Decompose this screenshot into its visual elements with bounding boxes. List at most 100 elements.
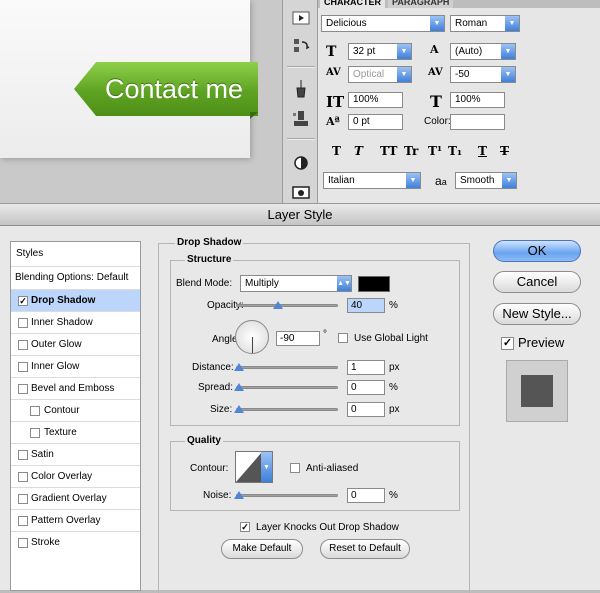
preview-square [521, 375, 553, 407]
make-default-button[interactable]: Make Default [221, 539, 303, 559]
noise-slider[interactable] [236, 494, 338, 497]
style-item-label: Satin [31, 449, 54, 460]
noise-input[interactable]: 0 [347, 488, 385, 503]
size-slider[interactable] [236, 408, 338, 411]
style-item-inner-shadow[interactable]: Inner Shadow [11, 312, 140, 334]
angle-dial[interactable] [235, 320, 269, 354]
style-item-color-overlay[interactable]: Color Overlay [11, 466, 140, 488]
anti-aliased-checkbox[interactable] [290, 463, 300, 473]
kerning-select[interactable]: Optical ▼ [348, 66, 412, 83]
gradient-overlay-checkbox[interactable] [18, 494, 28, 504]
text-color-swatch[interactable] [450, 114, 505, 130]
contour-curve-icon [236, 452, 262, 482]
anti-alias-select[interactable]: Smooth ▼ [455, 172, 517, 189]
size-input[interactable]: 0 [347, 402, 385, 417]
outer-glow-checkbox[interactable] [18, 340, 28, 350]
reset-to-default-button[interactable]: Reset to Default [320, 539, 410, 559]
inner-glow-checkbox[interactable] [18, 362, 28, 372]
leading-select[interactable]: (Auto) ▼ [450, 43, 516, 60]
style-item-bevel-emboss[interactable]: Bevel and Emboss [11, 378, 140, 400]
tab-paragraph[interactable]: PARAGRAPH [388, 0, 454, 8]
knocks-out-checkbox[interactable]: ✓ [240, 522, 250, 532]
tracking-icon: AV [428, 67, 443, 78]
font-style-select[interactable]: Roman ▼ [450, 15, 520, 32]
style-item-label: Color Overlay [31, 471, 93, 482]
document-page: Contact me [0, 0, 258, 158]
preview-checkbox[interactable]: ✓ [501, 337, 514, 350]
use-global-light-checkbox[interactable] [338, 333, 348, 343]
style-item-inner-glow[interactable]: Inner Glow [11, 356, 140, 378]
opacity-input[interactable]: 40 [347, 298, 385, 313]
pattern-overlay-checkbox[interactable] [18, 516, 28, 526]
underline-button[interactable]: T [478, 144, 487, 158]
size-slider-thumb[interactable] [234, 405, 244, 413]
structure-title: Structure [185, 254, 234, 265]
spread-input[interactable]: 0 [347, 380, 385, 395]
spread-slider[interactable] [236, 386, 338, 389]
brush-icon[interactable] [288, 78, 314, 100]
horizontal-scale-input[interactable]: 100% [450, 92, 505, 108]
blending-options-item[interactable]: Blending Options: Default [11, 267, 140, 290]
small-caps-button[interactable]: Tr [404, 144, 418, 158]
style-item-label: Bevel and Emboss [31, 383, 115, 394]
inner-shadow-checkbox[interactable] [18, 318, 28, 328]
tracking-select[interactable]: -50 ▼ [450, 66, 516, 83]
style-item-satin[interactable]: Satin [11, 444, 140, 466]
subscript-button[interactable]: T₁ [448, 144, 462, 158]
preview-label: Preview [518, 335, 565, 350]
faux-bold-button[interactable]: T [332, 144, 341, 158]
knocks-out-label: Layer Knocks Out Drop Shadow [256, 522, 399, 533]
shadow-color-swatch[interactable] [358, 276, 390, 292]
strikethrough-button[interactable]: T [500, 144, 509, 158]
styles-header[interactable]: Styles [11, 242, 140, 267]
clone-source-icon[interactable] [288, 108, 314, 130]
satin-checkbox[interactable] [18, 450, 28, 460]
texture-checkbox[interactable] [30, 428, 40, 438]
contrast-icon[interactable] [288, 152, 314, 174]
contour-picker[interactable]: ▼ [235, 451, 273, 483]
drop-shadow-checkbox[interactable]: ✓ [18, 296, 28, 306]
font-family-select[interactable]: Delicious ▼ [321, 15, 445, 32]
distance-input[interactable]: 1 [347, 360, 385, 375]
style-item-stroke[interactable]: Stroke [11, 532, 140, 554]
style-item-drop-shadow[interactable]: ✓ Drop Shadow [11, 290, 140, 312]
all-caps-button[interactable]: TT [380, 144, 397, 158]
style-item-texture[interactable]: Texture [11, 422, 140, 444]
bevel-emboss-checkbox[interactable] [18, 384, 28, 394]
font-size-value: 32 pt [353, 46, 376, 57]
language-select[interactable]: Italian ▼ [323, 172, 421, 189]
size-label: Size: [210, 404, 233, 415]
spread-slider-thumb[interactable] [234, 383, 244, 391]
baseline-shift-input[interactable]: 0 pt [348, 114, 403, 130]
font-size-select[interactable]: 32 pt ▼ [348, 43, 412, 60]
history-icon[interactable] [288, 35, 314, 57]
opacity-slider-thumb[interactable] [273, 301, 283, 309]
cancel-button[interactable]: Cancel [493, 271, 581, 293]
spread-label: Spread: [198, 382, 234, 393]
ok-button[interactable]: OK [493, 240, 581, 262]
style-item-gradient-overlay[interactable]: Gradient Overlay [11, 488, 140, 510]
style-item-pattern-overlay[interactable]: Pattern Overlay [11, 510, 140, 532]
vertical-scale-input[interactable]: 100% [348, 92, 403, 108]
style-item-contour[interactable]: Contour [11, 400, 140, 422]
use-global-light-label: Use Global Light [354, 333, 428, 344]
distance-slider[interactable] [236, 366, 338, 369]
contour-checkbox[interactable] [30, 406, 40, 416]
contact-me-label: Contact me [104, 73, 244, 104]
style-item-outer-glow[interactable]: Outer Glow [11, 334, 140, 356]
superscript-button[interactable]: T¹ [428, 144, 442, 158]
faux-italic-button[interactable]: T [354, 144, 363, 158]
tab-character[interactable]: CHARACTER [320, 0, 385, 8]
distance-slider-thumb[interactable] [234, 363, 244, 371]
angle-input[interactable]: -90 [276, 331, 320, 346]
opacity-slider[interactable] [236, 304, 338, 307]
stroke-checkbox[interactable] [18, 538, 28, 548]
noise-slider-thumb[interactable] [234, 491, 244, 499]
actions-icon[interactable] [288, 7, 314, 29]
blend-mode-select[interactable]: Multiply ▲▼ [240, 275, 352, 292]
color-overlay-checkbox[interactable] [18, 472, 28, 482]
new-style-button[interactable]: New Style... [493, 303, 581, 325]
camera-icon[interactable] [288, 181, 314, 203]
horizontal-scale-icon: T [430, 92, 442, 111]
style-item-label: Outer Glow [31, 339, 82, 350]
